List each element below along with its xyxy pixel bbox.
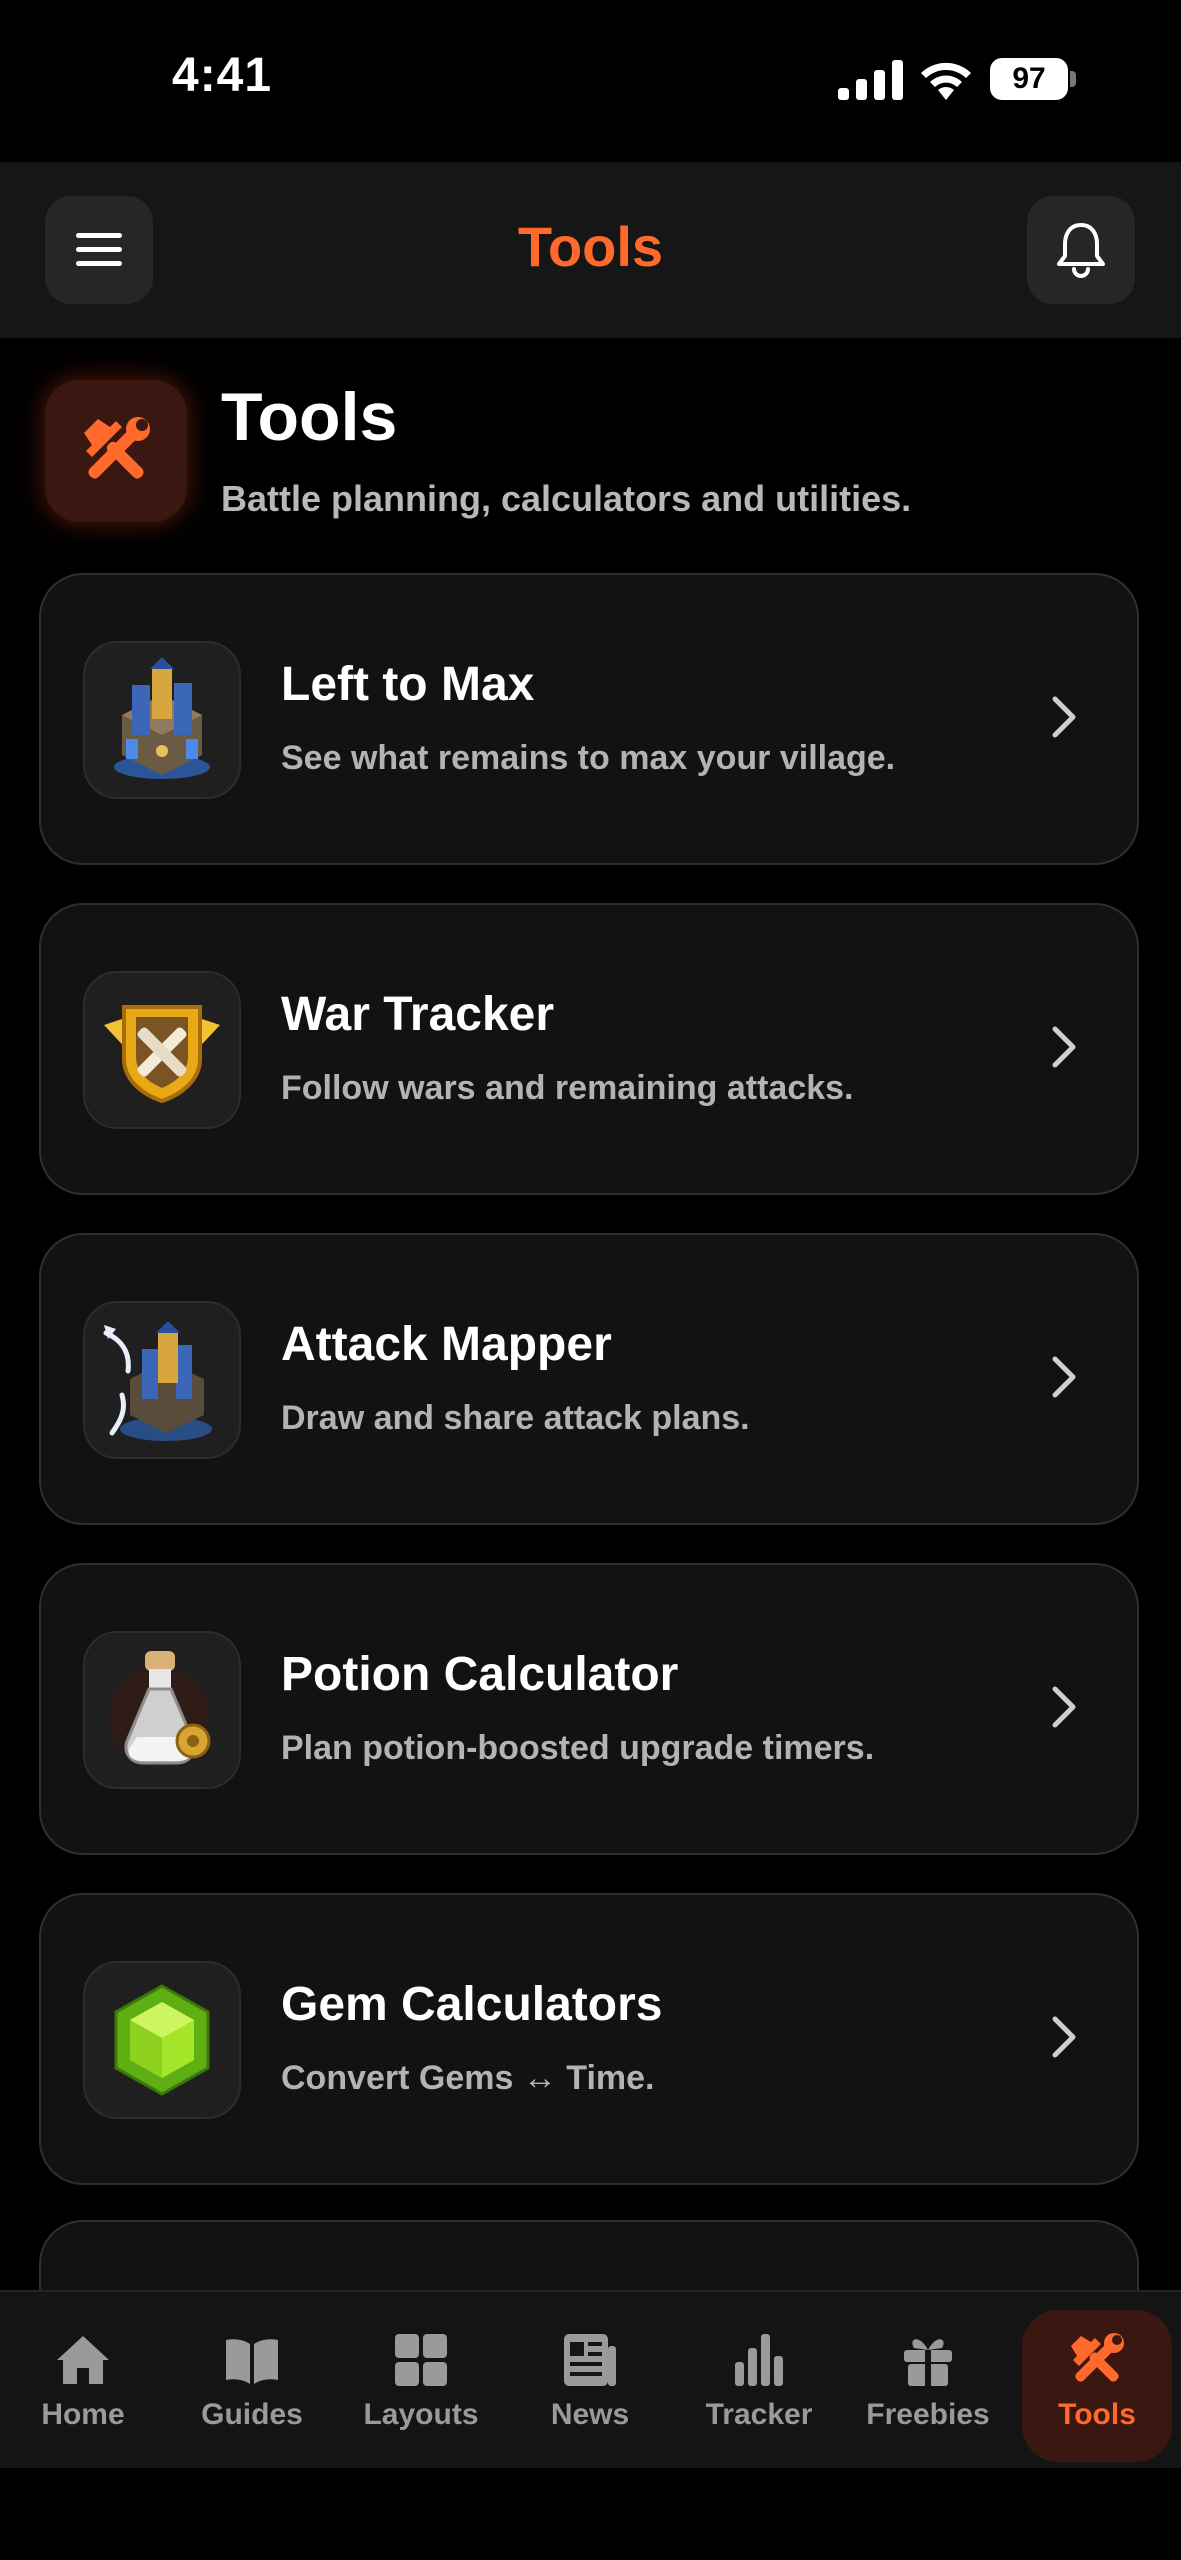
tool-card-attack-mapper[interactable]: Attack Mapper Draw and share attack plan… xyxy=(39,1233,1139,1525)
chevron-right-icon xyxy=(1052,2016,1076,2058)
page-title: Tools xyxy=(221,379,398,455)
tool-card-potion-calculator[interactable]: Potion Calculator Plan potion-boosted up… xyxy=(39,1563,1139,1855)
newspaper-icon xyxy=(564,2334,616,2386)
tab-label: News xyxy=(550,2398,630,2431)
tab-label: Freebies xyxy=(866,2398,990,2431)
bottom-tab-bar: Home Guides Layouts News Tracker Freebie… xyxy=(0,2290,1181,2470)
tab-label: Tracker xyxy=(705,2398,813,2431)
tool-title: Gem Calculators xyxy=(281,1978,663,2031)
status-time: 4:41 xyxy=(172,49,273,102)
grid-icon xyxy=(395,2334,447,2386)
tool-title: War Tracker xyxy=(281,988,555,1041)
potion-icon xyxy=(83,1631,241,1789)
tab-guides[interactable]: Guides xyxy=(177,2316,327,2460)
page-subtitle: Battle planning, calculators and utiliti… xyxy=(221,478,912,519)
app-header: Tools xyxy=(0,162,1181,338)
tool-title: Attack Mapper xyxy=(281,1318,612,1371)
tab-label: Tools xyxy=(1058,2398,1136,2431)
tool-card-war-tracker[interactable]: War Tracker Follow wars and remaining at… xyxy=(39,903,1139,1195)
page-heading: Tools Battle planning, calculators and u… xyxy=(45,379,1145,530)
tab-home[interactable]: Home xyxy=(8,2316,158,2460)
tab-label: Home xyxy=(41,2398,125,2431)
tool-description: Convert Gems ↔ Time. xyxy=(281,2059,655,2097)
tab-label: Guides xyxy=(201,2398,303,2431)
tool-title: Potion Calculator xyxy=(281,1648,679,1701)
home-icon xyxy=(57,2336,109,2384)
tool-description: Draw and share attack plans. xyxy=(281,1399,750,1437)
tool-title: Left to Max xyxy=(281,658,535,711)
gem-icon xyxy=(83,1961,241,2119)
chevron-right-icon xyxy=(1052,1356,1076,1398)
book-icon xyxy=(226,2339,278,2384)
status-bar: 4:41 97 xyxy=(0,0,1181,160)
tools-icon xyxy=(1071,2333,1124,2382)
chevron-right-icon xyxy=(1052,1026,1076,1068)
bar-chart-icon xyxy=(735,2334,783,2386)
tool-card-left-to-max[interactable]: Left to Max See what remains to max your… xyxy=(39,573,1139,865)
tool-card-gem-calculators[interactable]: Gem Calculators Convert Gems ↔ Time. xyxy=(39,1893,1139,2185)
tab-freebies[interactable]: Freebies xyxy=(853,2316,1003,2460)
war-badge-icon xyxy=(83,971,241,1129)
tool-description: Follow wars and remaining attacks. xyxy=(281,1069,854,1107)
tab-layouts[interactable]: Layouts xyxy=(346,2316,496,2460)
tab-tracker[interactable]: Tracker xyxy=(684,2316,834,2460)
tab-label: Layouts xyxy=(363,2398,479,2431)
wifi-icon xyxy=(921,62,971,100)
signal-icon xyxy=(838,60,903,100)
tool-description: See what remains to max your village. xyxy=(281,739,896,777)
chevron-right-icon xyxy=(1052,1686,1076,1728)
tools-icon xyxy=(45,380,187,522)
gift-icon xyxy=(904,2339,952,2386)
tab-tools[interactable]: Tools xyxy=(1022,2310,1172,2462)
battery-level: 97 xyxy=(990,58,1068,100)
header-title: Tools xyxy=(517,215,664,278)
home-indicator-area xyxy=(0,2468,1181,2560)
village-icon xyxy=(83,641,241,799)
bell-icon xyxy=(1057,223,1105,278)
notifications-button[interactable] xyxy=(1027,196,1135,304)
tab-news[interactable]: News xyxy=(515,2316,665,2460)
tool-description: Plan potion-boosted upgrade timers. xyxy=(281,1729,875,1767)
attack-map-icon xyxy=(83,1301,241,1459)
chevron-right-icon xyxy=(1052,696,1076,738)
battery-icon: 97 xyxy=(990,58,1076,100)
